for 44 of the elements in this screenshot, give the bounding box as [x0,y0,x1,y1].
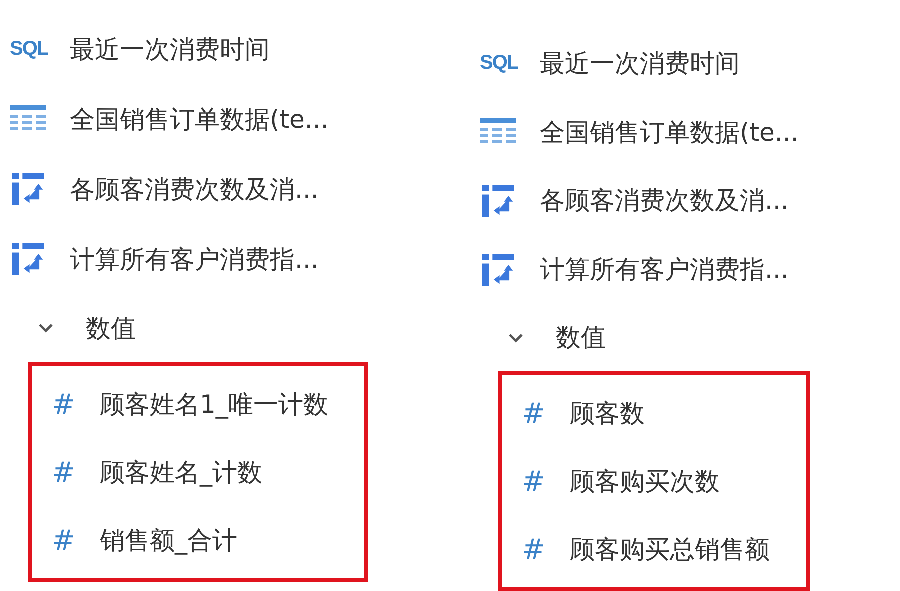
field-item[interactable]: # 销售额_合计 [32,506,328,574]
item-label: 最近一次消费时间 [540,48,740,80]
group-header[interactable]: 数值 [480,304,810,372]
number-icon: # [522,464,546,498]
item-label: 各顾客消费次数及消... [70,174,319,206]
field-item[interactable]: # 顾客购买次数 [502,447,770,516]
tree-item[interactable]: 全国销售订单数据(te... [480,98,810,167]
field-item[interactable]: # 顾客购买总销售额 [502,515,770,584]
sql-icon: SQL [10,38,48,60]
item-label: 全国销售订单数据(te... [70,104,329,136]
item-label: 最近一次消费时间 [70,34,270,66]
transform-icon [10,243,46,275]
number-icon: # [522,532,546,566]
field-label: 销售额_合计 [100,524,238,556]
group-label: 数值 [86,312,136,344]
tree-item[interactable]: 各顾客消费次数及消... [480,166,810,236]
field-item[interactable]: # 顾客姓名_计数 [32,438,328,506]
tree-item[interactable]: 全国销售订单数据(te... [10,84,470,154]
field-label: 顾客数 [570,398,645,430]
field-item[interactable]: # 顾客姓名1_唯一计数 [32,370,328,438]
field-label: 顾客姓名1_唯一计数 [100,388,328,420]
number-icon: # [52,388,76,420]
tree-item[interactable]: SQL 最近一次消费时间 [480,29,810,98]
tree-item[interactable]: SQL 最近一次消费时间 [10,14,470,84]
transform-icon [480,254,516,286]
tree-item[interactable]: 计算所有客户消费指... [480,235,810,304]
tree-item[interactable]: 各顾客消费次数及消... [10,154,470,224]
tree-item[interactable]: 计算所有客户消费指... [10,224,470,294]
item-label: 计算所有客户消费指... [70,244,319,276]
number-icon: # [52,524,76,556]
group-header[interactable]: 数值 [10,294,470,362]
field-label: 顾客姓名_计数 [100,456,262,488]
group-label: 数值 [556,322,606,354]
number-icon: # [52,456,76,488]
number-icon: # [522,396,546,430]
transform-icon [10,173,46,205]
field-item[interactable]: # 顾客数 [502,379,770,448]
field-label: 顾客购买总销售额 [570,534,770,566]
sql-icon: SQL [480,52,518,75]
item-label: 各顾客消费次数及消... [540,185,789,218]
transform-icon [480,184,516,217]
field-label: 顾客购买次数 [570,466,720,498]
item-label: 计算所有客户消费指... [540,254,789,286]
item-label: 全国销售订单数据(te... [540,116,799,149]
